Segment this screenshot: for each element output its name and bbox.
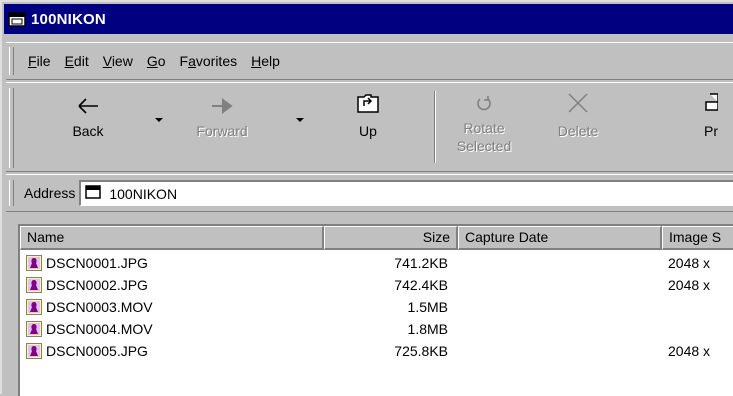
menu-view[interactable]: View bbox=[103, 53, 133, 69]
image-file-icon bbox=[26, 277, 42, 293]
column-header-capture-date[interactable]: Capture Date bbox=[458, 226, 662, 250]
toolbar: Back Forward Up Rotate Selected Delete P… bbox=[6, 82, 733, 172]
file-size: 725.8KB bbox=[394, 343, 448, 359]
delete-button[interactable]: Delete bbox=[538, 91, 618, 163]
file-size: 741.2KB bbox=[394, 255, 448, 271]
file-image-size: 2048 x bbox=[668, 255, 711, 271]
menu-bar: File Edit View Go Favorites Help bbox=[6, 42, 733, 80]
delete-x-icon bbox=[567, 92, 589, 117]
back-button[interactable]: Back bbox=[48, 91, 128, 163]
toolbar-separator bbox=[434, 91, 436, 163]
file-name: DSCN0001.JPG bbox=[46, 255, 148, 271]
back-dropdown-icon[interactable] bbox=[155, 118, 163, 122]
up-folder-icon bbox=[356, 92, 380, 117]
forward-button[interactable]: Forward bbox=[182, 91, 262, 163]
menu-favorites[interactable]: Favorites bbox=[180, 53, 238, 69]
rotate-selected-button[interactable]: Rotate Selected bbox=[444, 91, 524, 163]
printer-icon bbox=[704, 92, 719, 117]
explorer-window: 100NIKON File Edit View Go Favorites Hel… bbox=[0, 0, 733, 396]
file-size: 1.5MB bbox=[407, 299, 448, 315]
back-arrow-icon bbox=[77, 98, 99, 117]
forward-arrow-icon bbox=[211, 98, 233, 117]
file-name: DSCN0005.JPG bbox=[46, 343, 148, 359]
forward-label: Forward bbox=[196, 123, 248, 139]
toolbar-grip[interactable] bbox=[9, 88, 14, 168]
up-label: Up bbox=[359, 123, 377, 139]
address-bar: Address 100NIKON bbox=[6, 174, 733, 212]
address-grip[interactable] bbox=[9, 180, 14, 206]
file-row[interactable]: DSCN0002.JPG 742.4KB 2048 x bbox=[20, 274, 733, 296]
up-button[interactable]: Up bbox=[328, 91, 408, 163]
title-bar[interactable]: 100NIKON bbox=[4, 4, 733, 34]
forward-dropdown-icon[interactable] bbox=[296, 118, 304, 122]
column-header-size[interactable]: Size bbox=[324, 226, 458, 250]
column-header-name[interactable]: Name bbox=[20, 226, 324, 250]
image-file-icon bbox=[26, 255, 42, 271]
menu-edit[interactable]: Edit bbox=[65, 53, 89, 69]
menu-go[interactable]: Go bbox=[147, 53, 166, 69]
image-file-icon bbox=[26, 299, 42, 315]
menu-help[interactable]: Help bbox=[251, 53, 280, 69]
address-input[interactable]: 100NIKON bbox=[79, 180, 733, 206]
back-label: Back bbox=[72, 123, 104, 139]
print-label: Pr bbox=[704, 123, 718, 139]
print-button[interactable]: Pr bbox=[686, 91, 733, 163]
file-image-size: 2048 x bbox=[668, 277, 711, 293]
file-list[interactable]: Name Size Capture Date Image S DSCN0001.… bbox=[18, 224, 733, 396]
window-title: 100NIKON bbox=[31, 10, 106, 28]
delete-label: Delete bbox=[557, 123, 599, 139]
file-row[interactable]: DSCN0004.MOV 1.8MB bbox=[20, 318, 733, 340]
file-image-size: 2048 x bbox=[668, 343, 711, 359]
rotate-icon bbox=[475, 95, 493, 117]
address-value: 100NIKON bbox=[109, 185, 178, 202]
column-header-image-size[interactable]: Image S bbox=[662, 226, 733, 250]
address-label: Address bbox=[24, 185, 76, 201]
file-row[interactable]: DSCN0005.JPG 725.8KB 2048 x bbox=[20, 340, 733, 362]
folder-icon bbox=[8, 11, 26, 27]
file-name: DSCN0002.JPG bbox=[46, 277, 148, 293]
file-name: DSCN0004.MOV bbox=[46, 321, 153, 337]
file-size: 742.4KB bbox=[394, 277, 448, 293]
menu-file[interactable]: File bbox=[28, 53, 51, 69]
rotate-label-line1: Rotate bbox=[463, 120, 505, 136]
file-name: DSCN0003.MOV bbox=[46, 299, 153, 315]
image-file-icon bbox=[26, 343, 42, 359]
menu-grip[interactable] bbox=[9, 47, 14, 75]
file-row[interactable]: DSCN0001.JPG 741.2KB 2048 x bbox=[20, 252, 733, 274]
folder-icon bbox=[85, 185, 102, 202]
file-row[interactable]: DSCN0003.MOV 1.5MB bbox=[20, 296, 733, 318]
rotate-label-line2: Selected bbox=[456, 138, 512, 154]
file-size: 1.8MB bbox=[407, 321, 448, 337]
image-file-icon bbox=[26, 321, 42, 337]
